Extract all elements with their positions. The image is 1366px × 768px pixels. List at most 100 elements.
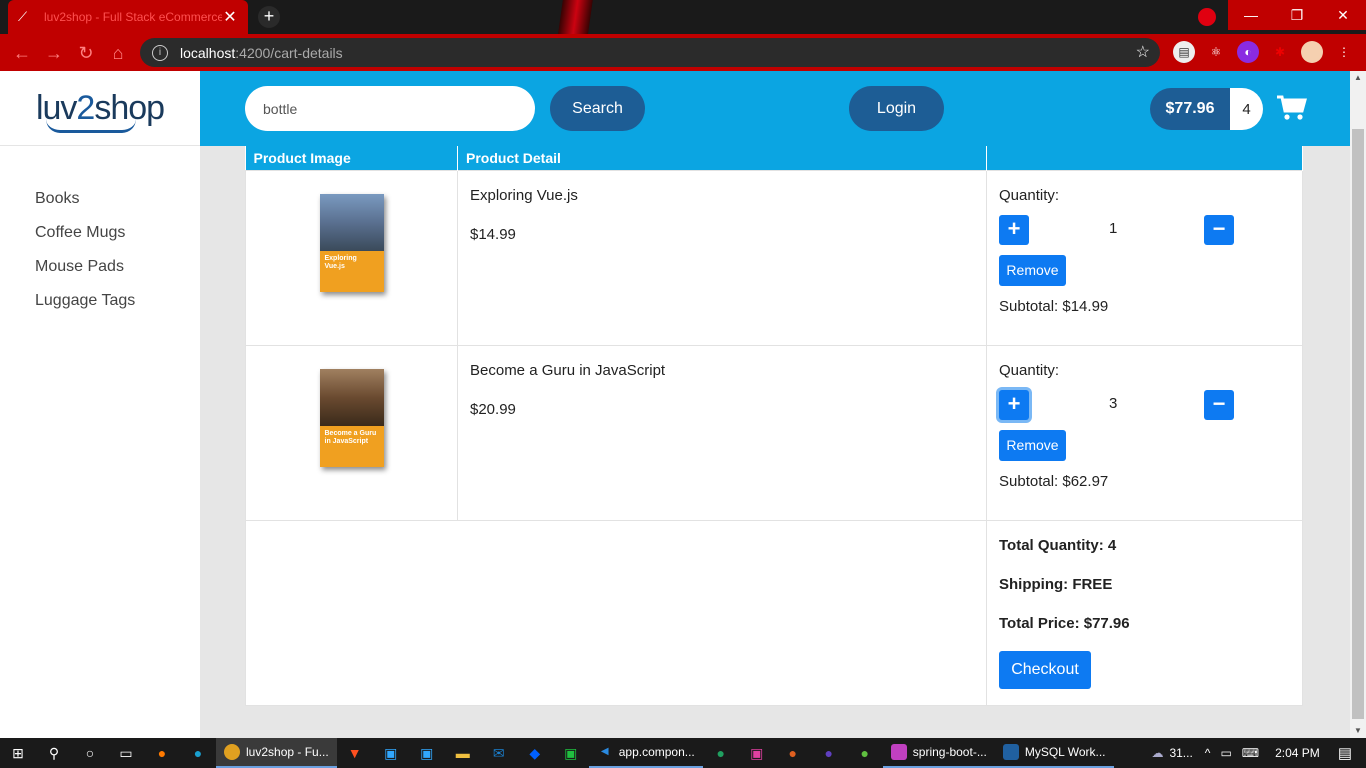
minimize-button[interactable]: —: [1228, 0, 1274, 30]
cortana-icon[interactable]: ○: [72, 738, 108, 768]
column-header: [986, 146, 1303, 170]
product-price: $20.99: [470, 400, 516, 418]
increment-button[interactable]: +: [999, 214, 1029, 245]
new-tab-button[interactable]: +: [258, 6, 280, 28]
taskbar-app-mysql[interactable]: MySQL Work...: [994, 738, 1114, 768]
item-subtotal: Subtotal: $62.97: [999, 472, 1109, 490]
extension-icon[interactable]: ◐: [1237, 41, 1259, 63]
tab-title: luv2shop - Full Stack eCommerce: [44, 10, 222, 24]
pycharm-icon[interactable]: ▣: [553, 738, 589, 768]
site-info-icon[interactable]: i: [152, 44, 168, 61]
weather-text[interactable]: 31...: [1169, 746, 1192, 760]
column-header: Product Detail: [457, 146, 987, 170]
logo[interactable]: luv2shop: [0, 71, 200, 146]
scroll-up-icon[interactable]: ▲: [1350, 71, 1366, 85]
quantity-label: Quantity:: [999, 361, 1060, 379]
increment-button[interactable]: +: [999, 389, 1029, 420]
total-price: Total Price: $77.96: [999, 614, 1130, 632]
column-header: Product Image: [245, 146, 458, 170]
vscode-icon: ◀: [600, 746, 609, 757]
cart-details: Product Image Product Detail Exploring V…: [245, 146, 1303, 706]
mail-icon[interactable]: ✉: [481, 738, 517, 768]
notifications-icon[interactable]: ▤: [1338, 744, 1352, 762]
forward-icon[interactable]: →: [38, 37, 70, 69]
taskbar-app-chrome[interactable]: luv2shop - Fu...: [216, 738, 337, 768]
search-input[interactable]: bottle: [245, 86, 535, 131]
edge-icon[interactable]: ●: [180, 738, 216, 768]
mysql-workbench-icon: [1002, 744, 1019, 760]
remove-button[interactable]: Remove: [999, 429, 1066, 461]
shopping-cart-icon[interactable]: [1277, 95, 1307, 121]
scrollbar-thumb[interactable]: [1352, 129, 1364, 719]
file-explorer-icon[interactable]: ▬: [445, 738, 481, 768]
search-icon[interactable]: ⚲: [36, 738, 72, 768]
chrome-icon: [224, 744, 240, 760]
browser-tab[interactable]: ⟋ luv2shop - Full Stack eCommerce ✕: [8, 0, 248, 34]
remove-button[interactable]: Remove: [999, 254, 1066, 286]
cart-total-price: $77.96: [1150, 88, 1230, 130]
profile-avatar[interactable]: [1301, 41, 1323, 63]
cart-count: 4: [1230, 88, 1263, 130]
scroll-down-icon[interactable]: ▼: [1350, 724, 1366, 738]
taskbar-app-vscode[interactable]: ◀ app.compon...: [588, 738, 703, 768]
menu-item-coffee-mugs[interactable]: Coffee Mugs: [0, 223, 200, 257]
quantity-value: 3: [1109, 394, 1118, 412]
product-image-cell: Become a Guru in JavaScript: [245, 344, 458, 521]
weather-icon[interactable]: ☁: [1151, 746, 1163, 760]
lightroom-icon[interactable]: ▣: [409, 738, 445, 768]
firefox-icon[interactable]: ●: [144, 738, 180, 768]
cover-title: Exploring Vue.js: [319, 250, 384, 292]
maximize-button[interactable]: ❐: [1274, 0, 1320, 30]
extension-icon[interactable]: ▤: [1173, 41, 1195, 63]
quantity-cell: Quantity: + 1 − Remove Subtotal: $14.99: [986, 169, 1303, 346]
windows-start-icon[interactable]: ⊞: [0, 738, 36, 768]
address-bar[interactable]: i localhost:4200/cart-details ☆: [140, 38, 1160, 67]
bookmark-star-icon[interactable]: ☆: [1136, 42, 1150, 62]
checkout-button[interactable]: Checkout: [999, 650, 1091, 689]
page-scrollbar[interactable]: ▲ ▼: [1350, 71, 1366, 738]
clock[interactable]: 2:04 PM: [1275, 746, 1320, 760]
product-image-cell: Exploring Vue.js: [245, 169, 458, 346]
spring-icon[interactable]: ●: [847, 738, 883, 768]
back-icon[interactable]: ←: [6, 37, 38, 69]
terminal-icon[interactable]: ▣: [739, 738, 775, 768]
reload-icon[interactable]: ↻: [70, 37, 102, 69]
home-icon[interactable]: ⌂: [102, 37, 134, 69]
puzzle-icon[interactable]: ✱: [1269, 41, 1291, 63]
battery-icon[interactable]: ▭: [1220, 746, 1231, 760]
browser-tab-bar: ⟋ luv2shop - Full Stack eCommerce ✕ + — …: [0, 0, 1366, 34]
product-image: Exploring Vue.js: [319, 193, 384, 292]
menu-item-luggage-tags[interactable]: Luggage Tags: [0, 291, 200, 325]
menu-item-mouse-pads[interactable]: Mouse Pads: [0, 257, 200, 291]
decrement-button[interactable]: −: [1204, 389, 1234, 420]
product-name: Become a Guru in JavaScript: [470, 361, 666, 379]
decrement-button[interactable]: −: [1204, 214, 1234, 245]
tab-close-icon[interactable]: ✕: [222, 7, 238, 27]
task-view-icon[interactable]: ▭: [108, 738, 144, 768]
login-button[interactable]: Login: [849, 86, 944, 131]
extension-icon[interactable]: [1198, 8, 1216, 26]
close-window-button[interactable]: ✕: [1320, 0, 1366, 30]
brave-icon[interactable]: ▼: [337, 738, 373, 768]
taskbar-app-intellij[interactable]: spring-boot-...: [882, 738, 995, 768]
menu-item-books[interactable]: Books: [0, 189, 200, 223]
cart-status[interactable]: $77.96 4: [1150, 88, 1263, 130]
cart-item-row: Exploring Vue.js Exploring Vue.js $14.99…: [245, 169, 1303, 346]
tray-chevron-icon[interactable]: ^: [1205, 746, 1211, 760]
search-button[interactable]: Search: [550, 86, 645, 131]
photoshop-icon[interactable]: ▣: [373, 738, 409, 768]
totals-cell: Total Quantity: 4 Shipping: FREE Total P…: [986, 519, 1303, 706]
header: bottle Search Login $77.96 4: [200, 71, 1350, 146]
browser-menu-icon[interactable]: ⋮: [1333, 41, 1355, 63]
url-path: :4200/cart-details: [235, 44, 343, 61]
logo-text: luv2shop: [36, 89, 165, 133]
dropbox-icon[interactable]: ◆: [517, 738, 553, 768]
react-devtools-icon[interactable]: ⚛: [1205, 41, 1227, 63]
app-icon[interactable]: ●: [703, 738, 739, 768]
postman-icon[interactable]: ●: [775, 738, 811, 768]
cover-photo: [319, 368, 384, 426]
keyboard-icon[interactable]: ⌨: [1242, 746, 1259, 760]
eclipse-icon[interactable]: ●: [811, 738, 847, 768]
sidebar: luv2shop Books Coffee Mugs Mouse Pads Lu…: [0, 71, 200, 738]
cart-table: Product Image Product Detail Exploring V…: [245, 146, 1303, 706]
